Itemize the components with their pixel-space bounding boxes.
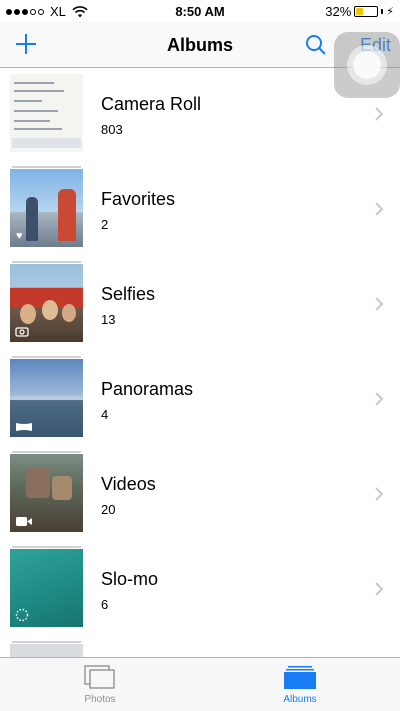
album-name: Selfies	[101, 284, 156, 304]
panoramas-thumbnail	[10, 359, 83, 437]
tab-albums-label: Albums	[283, 694, 317, 705]
album-name: Camera Roll	[101, 94, 202, 114]
album-count: 13	[101, 312, 116, 327]
album-row-favorites[interactable]: ♥ Favorites 2	[0, 164, 400, 259]
albums-icon	[284, 666, 316, 689]
charging-bolt-icon: ⚡	[386, 6, 394, 18]
status-right: 32% ⚡	[325, 4, 394, 19]
search-icon[interactable]	[304, 33, 328, 57]
chevron-right-icon	[375, 392, 384, 406]
tab-photos[interactable]: Photos	[40, 664, 160, 705]
chevron-right-icon	[375, 297, 384, 311]
camera-roll-thumbnail	[10, 74, 83, 152]
panorama-icon	[16, 423, 32, 431]
tab-bar: Photos Albums	[0, 657, 400, 711]
album-count: 803	[101, 122, 123, 137]
album-stack-edge	[12, 641, 81, 643]
slo-mo-thumbnail	[10, 549, 83, 627]
album-stack-edge	[12, 546, 81, 548]
album-stack-edge	[12, 356, 81, 358]
videos-thumbnail	[10, 454, 83, 532]
tab-photos-label: Photos	[84, 694, 116, 705]
album-row-videos[interactable]: Videos 20	[0, 449, 400, 544]
chevron-right-icon	[375, 487, 384, 501]
album-list: Camera Roll 803 ♥ Favorites 2 Selfies 13	[0, 69, 400, 711]
album-name: Favorites	[101, 189, 176, 209]
album-count: 4	[101, 407, 109, 422]
album-name: Panoramas	[101, 379, 194, 399]
chevron-right-icon	[375, 202, 384, 216]
album-name: Videos	[101, 474, 156, 494]
battery-icon	[354, 6, 379, 17]
status-bar: XL 8:50 AM 32% ⚡	[0, 0, 400, 22]
favorites-thumbnail: ♥	[10, 169, 83, 247]
album-name: Slo-mo	[101, 569, 159, 589]
front-camera-icon	[15, 327, 29, 337]
album-stack-edge	[12, 451, 81, 453]
battery-percent: 32%	[325, 4, 352, 19]
chevron-right-icon	[375, 582, 384, 596]
album-row-selfies[interactable]: Selfies 13	[0, 259, 400, 354]
tab-albums[interactable]: Albums	[240, 664, 360, 705]
album-count: 6	[101, 597, 109, 612]
slomo-icon	[15, 608, 29, 622]
album-row-slo-mo[interactable]: Slo-mo 6	[0, 544, 400, 639]
video-camera-icon	[16, 517, 32, 526]
chevron-right-icon	[375, 107, 384, 121]
album-stack-edge	[12, 166, 81, 168]
battery-fill	[356, 8, 363, 15]
album-count: 20	[101, 502, 116, 517]
selfies-thumbnail	[10, 264, 83, 342]
assistive-touch-button[interactable]	[334, 32, 400, 98]
heart-icon: ♥	[16, 230, 23, 242]
photos-icon	[84, 665, 115, 689]
album-count: 2	[101, 217, 109, 232]
album-stack-edge	[12, 261, 81, 263]
album-row-panoramas[interactable]: Panoramas 4	[0, 354, 400, 449]
battery-tip	[381, 9, 384, 14]
